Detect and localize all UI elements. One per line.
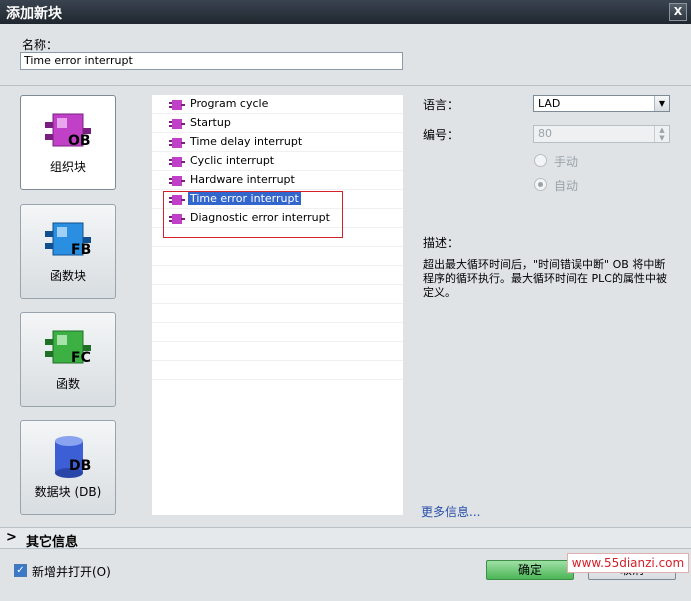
description-label: 描述： (423, 236, 460, 250)
chevron-right-icon[interactable]: > (6, 530, 17, 545)
ob-small-icon (169, 157, 185, 167)
list-item-label: Hardware interrupt (190, 173, 295, 186)
list-item[interactable]: Hardware interrupt (152, 171, 403, 190)
fc-abbr: FC (71, 350, 91, 366)
radio-icon (534, 154, 547, 167)
number-stepper[interactable]: 80 ▲ ▼ (533, 125, 670, 143)
number-value: 80 (538, 127, 552, 140)
language-value: LAD (538, 97, 561, 110)
block-type-ob-button[interactable]: OB 组织块 (20, 95, 116, 190)
list-empty-row (152, 266, 403, 285)
block-type-db-label: 数据块 (DB) (34, 485, 102, 499)
description-text: 超出最大循环时间后，"时间错误中断" OB 将中断程序的循环执行。最大循环时间在… (423, 258, 667, 299)
block-type-fc-label: 函数 (55, 377, 80, 391)
auto-radio[interactable]: 自动 (534, 177, 614, 193)
list-empty-row (152, 304, 403, 323)
ob-small-icon (169, 100, 185, 110)
window-title: 添加新块 (6, 6, 62, 22)
number-label: 编号： (423, 128, 460, 142)
list-item[interactable]: Time delay interrupt (152, 133, 403, 152)
ob-small-icon (169, 138, 185, 148)
other-info-label: 其它信息 (26, 535, 79, 550)
add-and-open-checkbox[interactable]: ✓ (14, 564, 27, 577)
list-item[interactable]: Startup (152, 114, 403, 133)
ob-type-list: Program cycle Startup Time delay interru… (152, 95, 403, 515)
list-item-label: Program cycle (190, 97, 269, 110)
fb-abbr: FB (71, 242, 92, 258)
list-item-label: Cyclic interrupt (190, 154, 275, 167)
other-info-section[interactable]: > 其它信息 (0, 527, 691, 550)
divider (0, 85, 691, 86)
radio-checked-icon (534, 178, 547, 191)
add-new-block-dialog: 名称： Time error interrupt OB 组织块 FB 函数块 F… (0, 24, 691, 601)
block-type-db-button[interactable]: DB 数据块 (DB) (20, 420, 116, 515)
more-info-link[interactable]: 更多信息... (421, 503, 480, 520)
close-icon[interactable]: X (669, 3, 687, 21)
ob-abbr: OB (68, 133, 91, 149)
block-type-fc-button[interactable]: FC 函数 (20, 312, 116, 407)
list-item-label: Startup (190, 116, 231, 129)
auto-radio-label: 自动 (554, 179, 579, 193)
stepper-arrows-icon[interactable]: ▲ ▼ (654, 126, 669, 142)
block-type-fb-label: 函数块 (49, 269, 86, 283)
manual-radio[interactable]: 手动 (534, 153, 614, 169)
list-item-label: Time delay interrupt (190, 135, 303, 148)
name-input[interactable]: Time error interrupt (20, 52, 403, 70)
list-item[interactable]: Program cycle (152, 95, 403, 114)
block-type-fb-button[interactable]: FB 函数块 (20, 204, 116, 299)
list-empty-row (152, 285, 403, 304)
list-empty-row (152, 361, 403, 380)
name-label: 名称： (22, 38, 59, 52)
list-item[interactable]: Cyclic interrupt (152, 152, 403, 171)
language-select[interactable]: LAD ▼ (533, 95, 670, 112)
list-empty-row (152, 342, 403, 361)
block-type-ob-label: 组织块 (49, 160, 86, 174)
ob-small-icon (169, 119, 185, 129)
add-and-open-label: 新增并打开(O) (32, 565, 111, 579)
ok-button[interactable]: 确定 (486, 560, 574, 580)
annotation-highlight-box (163, 191, 343, 238)
watermark: www.55dianzi.com (567, 553, 689, 573)
chevron-down-icon[interactable]: ▼ (654, 96, 669, 111)
language-label: 语言： (423, 98, 460, 112)
db-abbr: DB (69, 458, 92, 474)
list-empty-row (152, 247, 403, 266)
title-bar: 添加新块 X (0, 0, 691, 24)
ob-small-icon (169, 176, 185, 186)
list-empty-row (152, 323, 403, 342)
manual-radio-label: 手动 (554, 155, 579, 169)
